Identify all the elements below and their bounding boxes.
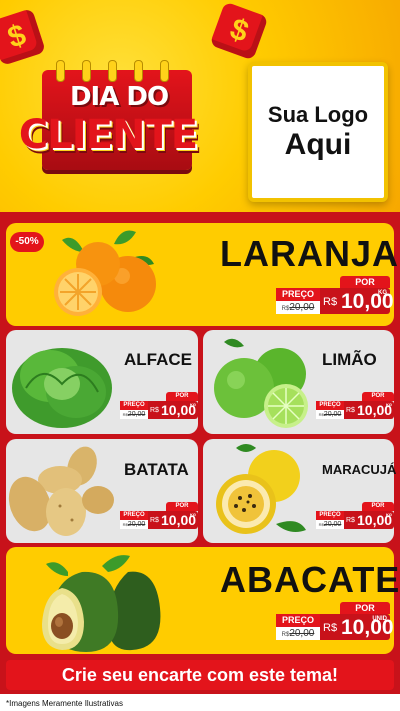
new-price: R$ 10,00 KG <box>320 288 394 314</box>
logo-line2: Aqui <box>284 128 352 161</box>
product-name-abacate: ABACATE <box>220 559 400 600</box>
calendar-ring <box>134 60 143 82</box>
product-name-maracuja: MARACUJÁ <box>322 462 397 477</box>
footnote: *Imagens Meramente Ilustrativas <box>4 696 400 711</box>
product-name-alface: ALFACE <box>124 350 192 369</box>
calendar-ring <box>160 60 169 82</box>
lettuce-image <box>12 348 112 428</box>
title-dia-do: DIA DO <box>69 82 169 112</box>
product-name-limao: LIMÃO <box>322 350 377 369</box>
calendar-ring <box>56 60 65 82</box>
potato-image <box>8 446 114 536</box>
calendar-ring <box>108 60 117 82</box>
discount-badge: -50% <box>10 232 44 252</box>
old-price: R$20,00 <box>276 301 320 314</box>
product-name-laranja: LARANJA <box>220 233 400 274</box>
por-label: POR <box>340 276 390 288</box>
price-tag-limao: POR PREÇO R$20,00 R$ 10,00 KG <box>316 392 394 419</box>
lime-image <box>214 338 308 428</box>
price-tag-laranja: POR PREÇO R$20,00 R$ 10,00 KG <box>276 276 394 314</box>
price-tag-batata: POR PREÇO R$20,00 R$ 10,00 KG <box>120 502 198 529</box>
calendar-ring <box>82 60 91 82</box>
preco-label: PREÇO <box>276 288 320 301</box>
header-banner: $ $ DIA DO CLIENTE Sua Logo Aqui <box>0 0 400 212</box>
passion-fruit-image <box>216 444 306 534</box>
dollar-die-icon: $ <box>209 1 269 61</box>
logo-placeholder[interactable]: Sua Logo Aqui <box>248 62 388 202</box>
dollar-die-icon: $ <box>0 8 46 66</box>
product-name-batata: BATATA <box>124 460 189 479</box>
price-tag-maracuja: POR PREÇO R$20,00 R$ 10,00 KG <box>316 502 394 529</box>
price-tag-abacate: POR PREÇO R$20,00 R$ 10,00 UNID <box>276 602 394 640</box>
orange-image <box>54 230 156 316</box>
title-cliente: CLIENTE <box>18 112 198 158</box>
logo-line1: Sua Logo <box>267 102 369 127</box>
create-flyer-button[interactable]: Crie seu encarte com este tema! <box>6 660 394 690</box>
avocado-image <box>42 555 161 652</box>
price-tag-alface: POR PREÇO R$20,00 R$ 10,00 KG <box>120 392 198 419</box>
